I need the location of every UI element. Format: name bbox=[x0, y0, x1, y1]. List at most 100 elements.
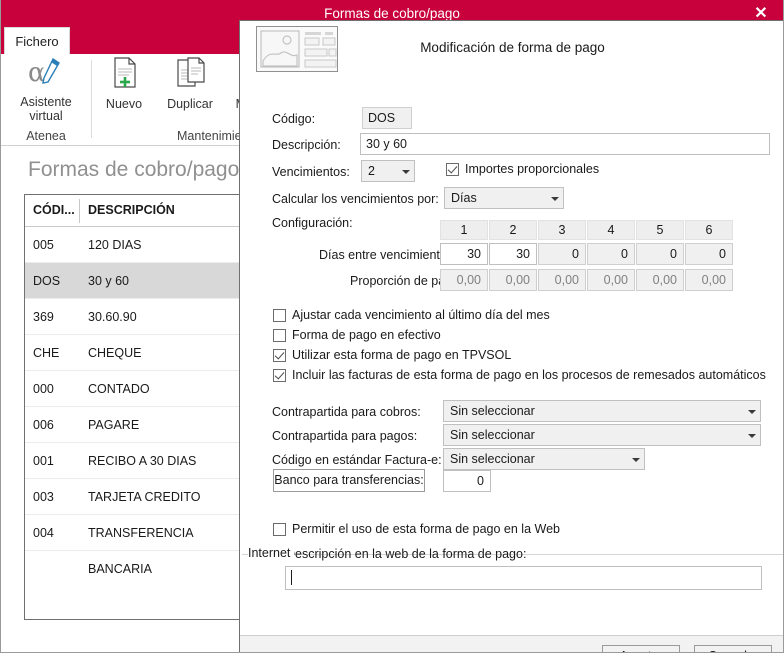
alpha-pen-icon: α bbox=[6, 56, 86, 93]
proporcion-pago-field-6[interactable]: 0,00 bbox=[685, 269, 733, 291]
dias-vencimiento-field-6[interactable]: 0 bbox=[685, 243, 733, 265]
chevron-down-icon[interactable] bbox=[545, 188, 563, 208]
banco-transferencias-field[interactable]: 0 bbox=[443, 470, 491, 492]
formas-list-table: CÓDI... DESCRIPCIÓN 005 120 DIAS DOS 30 … bbox=[24, 194, 240, 620]
codigo-field[interactable]: DOS bbox=[362, 107, 412, 129]
cell-descripcion: TRANSFERENCIA BANCARIA bbox=[88, 526, 193, 576]
descripcion-field[interactable]: 30 y 60 bbox=[360, 133, 770, 155]
cell-descripcion: RECIBO A 30 DIAS bbox=[88, 454, 197, 468]
cell-descripcion: CONTADO bbox=[88, 382, 150, 396]
tab-fichero[interactable]: Fichero bbox=[4, 27, 70, 55]
contrapartida-pagos-select[interactable]: Sin seleccionar bbox=[443, 424, 761, 446]
label-contrapartida-cobros: Contrapartida para cobros: bbox=[272, 405, 421, 419]
table-row[interactable]: 005 120 DIAS bbox=[25, 227, 239, 263]
dialog-title: Modificación de forma de pago bbox=[420, 40, 605, 55]
codigo-factura-e-value: Sin seleccionar bbox=[450, 452, 535, 466]
checkbox-box[interactable] bbox=[273, 369, 286, 382]
calcular-vencimientos-value: Días bbox=[451, 191, 477, 205]
dias-vencimiento-field-4[interactable]: 0 bbox=[587, 243, 635, 265]
cell-codigo: CHE bbox=[33, 346, 60, 360]
accept-button[interactable]: Aceptar bbox=[602, 645, 680, 653]
checkbox-box[interactable] bbox=[446, 163, 459, 176]
codigo-factura-e-select[interactable]: Sin seleccionar bbox=[443, 448, 645, 470]
dias-vencimiento-field-5[interactable]: 0 bbox=[636, 243, 684, 265]
cell-descripcion: 30.60.90 bbox=[88, 310, 137, 324]
nuevo-label: Nuevo bbox=[105, 97, 143, 111]
cancel-button[interactable]: Cancelar bbox=[694, 645, 772, 653]
table-row[interactable]: 000 CONTADO bbox=[25, 371, 239, 407]
table-row[interactable]: 003 TARJETA CREDITO bbox=[25, 479, 239, 515]
permitir-web-label: Permitir el uso de esta forma de pago en… bbox=[292, 522, 560, 536]
cell-codigo: 000 bbox=[33, 382, 54, 396]
dias-vencimiento-field-1[interactable]: 30 bbox=[440, 243, 488, 265]
label-descripcion-web: Descripción en la web de la forma de pag… bbox=[286, 547, 527, 561]
utilizar-tpvsol-label: Utilizar esta forma de pago en TPVSOL bbox=[292, 348, 512, 362]
chevron-down-icon[interactable] bbox=[396, 161, 414, 181]
contrapartida-pagos-value: Sin seleccionar bbox=[450, 428, 535, 442]
dialog-footer: Aceptar Cancelar bbox=[240, 635, 784, 653]
cell-codigo: 369 bbox=[33, 310, 54, 324]
cell-codigo: 006 bbox=[33, 418, 54, 432]
cell-descripcion: 120 DIAS bbox=[88, 238, 142, 252]
proporcion-pago-field-2[interactable]: 0,00 bbox=[489, 269, 537, 291]
label-configuracion: Configuración: bbox=[272, 216, 353, 230]
cell-codigo: 004 bbox=[33, 526, 54, 540]
label-calcular-vencimientos: Calcular los vencimientos por: bbox=[272, 192, 439, 206]
table-row[interactable]: 001 RECIBO A 30 DIAS bbox=[25, 443, 239, 479]
duplicar-button[interactable]: Duplicar bbox=[155, 56, 225, 111]
chevron-down-icon[interactable] bbox=[742, 401, 760, 421]
column-header-codigo[interactable]: CÓDI... bbox=[25, 195, 79, 226]
checkbox-box[interactable] bbox=[273, 309, 286, 322]
asistente-virtual-button[interactable]: α Asistente virtual bbox=[6, 56, 86, 123]
config-col-header-4: 4 bbox=[587, 220, 635, 240]
table-row[interactable]: 006 PAGARE bbox=[25, 407, 239, 443]
checkbox-box[interactable] bbox=[273, 523, 286, 536]
new-document-icon bbox=[93, 56, 155, 95]
table-row[interactable]: CHE CHEQUE bbox=[25, 335, 239, 371]
config-col-header-2: 2 bbox=[489, 220, 537, 240]
cell-descripcion: CHEQUE bbox=[88, 346, 142, 360]
checkbox-box[interactable] bbox=[273, 329, 286, 342]
vencimientos-select[interactable]: 2 bbox=[361, 160, 415, 182]
importes-proporcionales-label: Importes proporcionales bbox=[465, 162, 600, 176]
banco-transferencias-button[interactable]: Banco para transferencias: bbox=[273, 469, 425, 492]
label-vencimientos: Vencimientos: bbox=[272, 165, 350, 179]
proporcion-pago-field-4[interactable]: 0,00 bbox=[587, 269, 635, 291]
table-row[interactable]: 369 30.60.90 bbox=[25, 299, 239, 335]
application-window: Formas de cobro/pago ✕ Fichero α Asisten… bbox=[0, 0, 784, 653]
table-row[interactable]: DOS 30 y 60 bbox=[25, 263, 239, 299]
contrapartida-cobros-select[interactable]: Sin seleccionar bbox=[443, 400, 761, 422]
cell-codigo: 003 bbox=[33, 490, 54, 504]
checkbox-box[interactable] bbox=[273, 349, 286, 362]
column-header-descripcion[interactable]: DESCRIPCIÓN bbox=[80, 195, 239, 226]
label-dias-entre-vencimientos: Días entre vencimientos: bbox=[319, 248, 457, 262]
config-col-header-6: 6 bbox=[685, 220, 733, 240]
config-col-header-3: 3 bbox=[538, 220, 586, 240]
duplicate-document-icon bbox=[155, 56, 225, 95]
table-row[interactable]: 004 TRANSFERENCIA BANCARIA bbox=[25, 515, 239, 576]
nuevo-button[interactable]: Nuevo bbox=[93, 56, 155, 111]
proporcion-pago-field-5[interactable]: 0,00 bbox=[636, 269, 684, 291]
asistente-virtual-label-line2: virtual bbox=[29, 109, 63, 123]
calcular-vencimientos-select[interactable]: Días bbox=[444, 187, 564, 209]
asistente-virtual-label-line1: Asistente bbox=[20, 95, 72, 109]
label-contrapartida-pagos: Contrapartida para pagos: bbox=[272, 429, 418, 443]
proporcion-pago-field-1[interactable]: 0,00 bbox=[440, 269, 488, 291]
chevron-down-icon[interactable] bbox=[626, 449, 644, 469]
label-codigo: Código: bbox=[272, 112, 316, 126]
cell-descripcion: PAGARE bbox=[88, 418, 140, 432]
incluir-remesados-label: Incluir las facturas de esta forma de pa… bbox=[292, 368, 766, 382]
dias-vencimiento-field-3[interactable]: 0 bbox=[538, 243, 586, 265]
descripcion-web-field[interactable] bbox=[285, 566, 762, 590]
label-descripcion: Descripción: bbox=[272, 138, 341, 152]
forma-pago-efectivo-label: Forma de pago en efectivo bbox=[292, 328, 441, 342]
cell-descripcion: TARJETA CREDITO bbox=[88, 490, 201, 504]
ajustar-ultimo-dia-label: Ajustar cada vencimiento al último día d… bbox=[292, 308, 550, 322]
dialog-body: Código: DOS Descripción: 30 y 60 Vencimi… bbox=[240, 75, 784, 635]
dias-vencimiento-field-2[interactable]: 30 bbox=[489, 243, 537, 265]
chevron-down-icon[interactable] bbox=[742, 425, 760, 445]
proporcion-pago-field-3[interactable]: 0,00 bbox=[538, 269, 586, 291]
cell-codigo: 005 bbox=[33, 238, 54, 252]
cell-descripcion: 30 y 60 bbox=[88, 274, 130, 288]
dialog-header: Modificación de forma de pago bbox=[240, 21, 784, 75]
